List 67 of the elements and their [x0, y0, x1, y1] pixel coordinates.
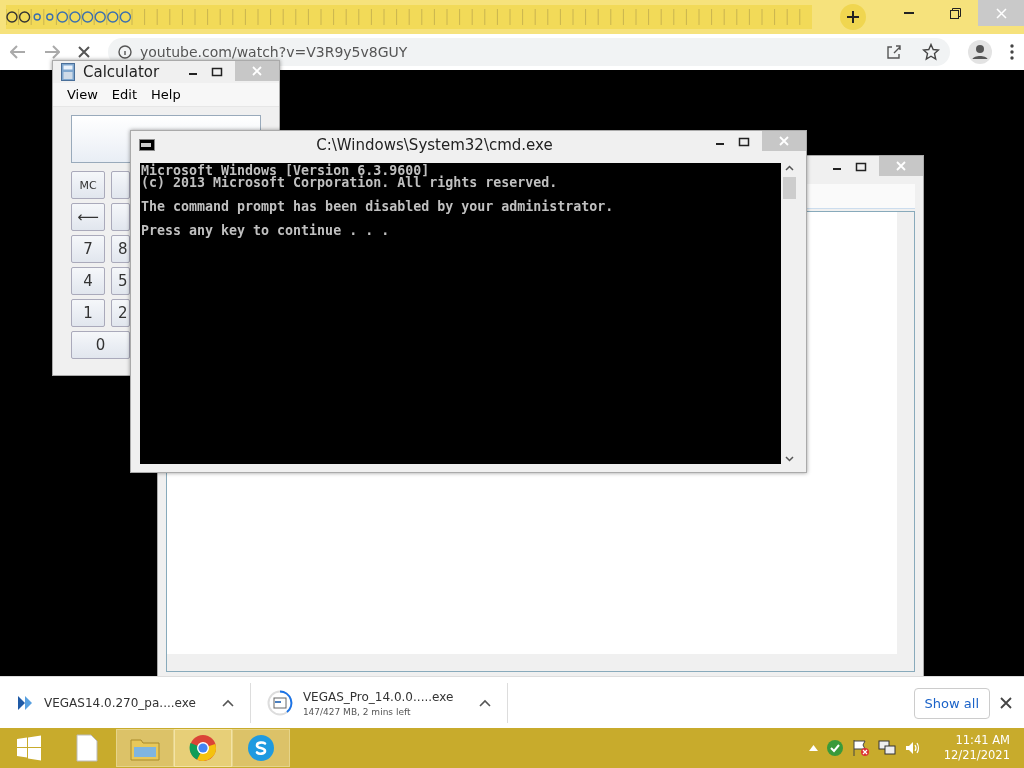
window-title: C:\Windows\System32\cmd.exe — [315, 136, 554, 154]
flag-icon[interactable] — [851, 739, 870, 757]
windows-icon[interactable] — [16, 735, 42, 761]
calculator-key[interactable]: 8 — [111, 235, 130, 263]
calculator-key[interactable]: MC — [71, 171, 105, 199]
address-bar[interactable]: youtube.com/watch?v=V3R9y5v8GUY — [108, 38, 950, 66]
caret-icon[interactable] — [221, 699, 234, 707]
file-icon — [76, 734, 98, 762]
installer-icon — [16, 694, 34, 712]
calculator-key[interactable]: ⟵ — [71, 203, 105, 231]
taskbar-app[interactable] — [232, 729, 290, 767]
maximize-icon[interactable] — [855, 162, 867, 172]
menu-item[interactable]: Edit — [111, 87, 138, 102]
download-name[interactable]: VEGAS14.0.270_pa....exe — [44, 696, 196, 710]
caret-icon[interactable] — [479, 699, 492, 707]
stop-icon[interactable] — [78, 46, 90, 58]
taskbar-app[interactable] — [116, 729, 174, 767]
close-icon[interactable] — [1000, 697, 1012, 709]
scroll-up-icon[interactable] — [785, 165, 794, 171]
browser-tabs-drawing[interactable] — [6, 3, 813, 31]
menu-item[interactable]: Help — [151, 87, 181, 102]
vertical-scrollbar[interactable] — [897, 212, 914, 671]
console-text: The command prompt has been disabled by your administrator. — [141, 201, 615, 213]
console-text: Press any key to continue . . . — [141, 225, 391, 237]
download-name[interactable]: VEGAS_Pro_14.0.0.....exe — [302, 689, 454, 704]
window-title: Calculator — [83, 63, 160, 81]
date-text: 12/21/2021 — [943, 748, 1010, 763]
calculator-key[interactable]: 2 — [111, 299, 130, 327]
download-status: 147/427 MB, 2 mins left — [302, 706, 412, 717]
calculator-key[interactable] — [111, 203, 130, 231]
close-button[interactable] — [762, 131, 806, 151]
restore-icon[interactable] — [949, 7, 961, 19]
horizontal-scrollbar[interactable] — [167, 654, 897, 671]
maximize-icon[interactable] — [738, 137, 750, 147]
skype-icon — [247, 734, 275, 762]
share-icon[interactable] — [886, 44, 902, 60]
profile-icon[interactable] — [968, 40, 992, 64]
new-tab-button[interactable] — [840, 4, 867, 30]
menu-icon[interactable] — [1010, 44, 1014, 60]
calculator-key[interactable] — [111, 171, 130, 199]
show-all-button[interactable]: Show all — [913, 687, 990, 719]
url-text: youtube.com/watch?v=V3R9y5v8GUY — [140, 44, 408, 60]
console-text: (c) 2013 Microsoft Corporation. All rights reserved. — [141, 177, 559, 189]
calculator-key[interactable]: 0 — [71, 331, 130, 359]
plus-icon[interactable] — [847, 11, 860, 23]
maximize-icon[interactable] — [211, 67, 223, 77]
forward-icon[interactable] — [44, 45, 60, 59]
show-hidden-icons[interactable] — [808, 745, 818, 751]
network-icon[interactable] — [877, 739, 896, 757]
time-text: 11:41 AM — [955, 733, 1010, 748]
taskbar-app[interactable] — [174, 729, 232, 767]
star-icon[interactable] — [922, 43, 940, 61]
info-icon[interactable] — [118, 45, 132, 59]
calculator-key[interactable]: 5 — [111, 267, 130, 295]
back-icon[interactable] — [10, 45, 26, 59]
calculator-key[interactable]: 4 — [71, 267, 105, 295]
scroll-thumb[interactable] — [783, 177, 796, 199]
calculator-key[interactable]: 7 — [71, 235, 105, 263]
close-button[interactable] — [879, 156, 923, 176]
chrome-icon — [189, 734, 217, 762]
menu-item[interactable]: View — [67, 87, 98, 102]
calculator-key[interactable]: 1 — [71, 299, 105, 327]
console-icon — [139, 139, 155, 151]
calculator-icon — [61, 63, 75, 81]
download-progress-icon — [266, 690, 293, 716]
scroll-down-icon[interactable] — [785, 456, 794, 462]
shield-icon[interactable] — [825, 739, 844, 757]
